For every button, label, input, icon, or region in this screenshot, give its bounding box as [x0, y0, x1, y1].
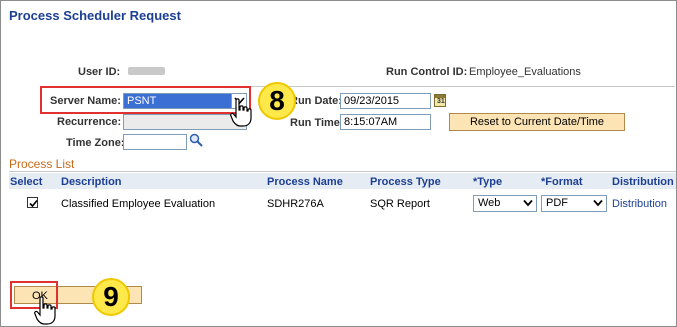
format-select-value: PDF: [546, 197, 568, 209]
column-header-description: Description: [61, 176, 122, 188]
user-id-label: User ID:: [78, 66, 121, 78]
run-time-input[interactable]: 8:15:07AM: [340, 114, 431, 130]
hand-pointer-icon: [230, 98, 252, 131]
run-control-value: Employee_Evaluations: [469, 66, 581, 78]
select-checkbox[interactable]: [27, 197, 38, 208]
column-header-distribution: Distribution: [612, 176, 674, 188]
calendar-icon-text: 31: [437, 98, 445, 105]
row-description: Classified Employee Evaluation: [61, 198, 216, 210]
run-date-input[interactable]: 09/23/2015: [340, 93, 431, 109]
reset-date-time-button[interactable]: Reset to Current Date/Time: [449, 113, 625, 131]
step-8-callout: 8: [258, 82, 296, 120]
process-list-divider: [9, 171, 676, 172]
run-time-label: Run Time:: [290, 117, 344, 129]
row-process-name: SDHR276A: [267, 198, 324, 210]
column-header-process-name: Process Name: [267, 176, 343, 188]
type-select-value: Web: [478, 197, 501, 209]
column-header-process-type: Process Type: [370, 176, 441, 188]
process-list-title: Process List: [9, 157, 75, 171]
run-date-label: Run Date:: [290, 95, 342, 107]
row-process-type: SQR Report: [370, 198, 430, 210]
recurrence-select[interactable]: [123, 114, 247, 130]
distribution-link[interactable]: Distribution: [612, 198, 667, 210]
time-zone-input[interactable]: [123, 134, 187, 150]
recurrence-label: Recurrence:: [57, 116, 122, 128]
type-select[interactable]: Web: [473, 195, 537, 212]
time-zone-label: Time Zone:: [66, 137, 125, 149]
column-header-type: *Type: [473, 176, 503, 188]
calendar-icon[interactable]: 31: [434, 94, 446, 107]
column-header-select: Select: [10, 176, 43, 188]
run-control-label: Run Control ID:: [386, 66, 468, 78]
column-header-format: *Format: [541, 176, 583, 188]
chevron-down-icon: [593, 199, 603, 207]
format-select[interactable]: PDF: [541, 195, 607, 212]
chevron-down-icon: [523, 199, 533, 207]
step-9-callout: 9: [92, 278, 130, 316]
magnifier-icon[interactable]: [189, 133, 203, 147]
user-id-redacted-value: [128, 67, 165, 75]
page-frame: [0, 0, 677, 327]
hand-pointer-icon: [34, 296, 56, 327]
server-name-highlight: [40, 86, 251, 114]
page-title: Process Scheduler Request: [9, 8, 181, 23]
